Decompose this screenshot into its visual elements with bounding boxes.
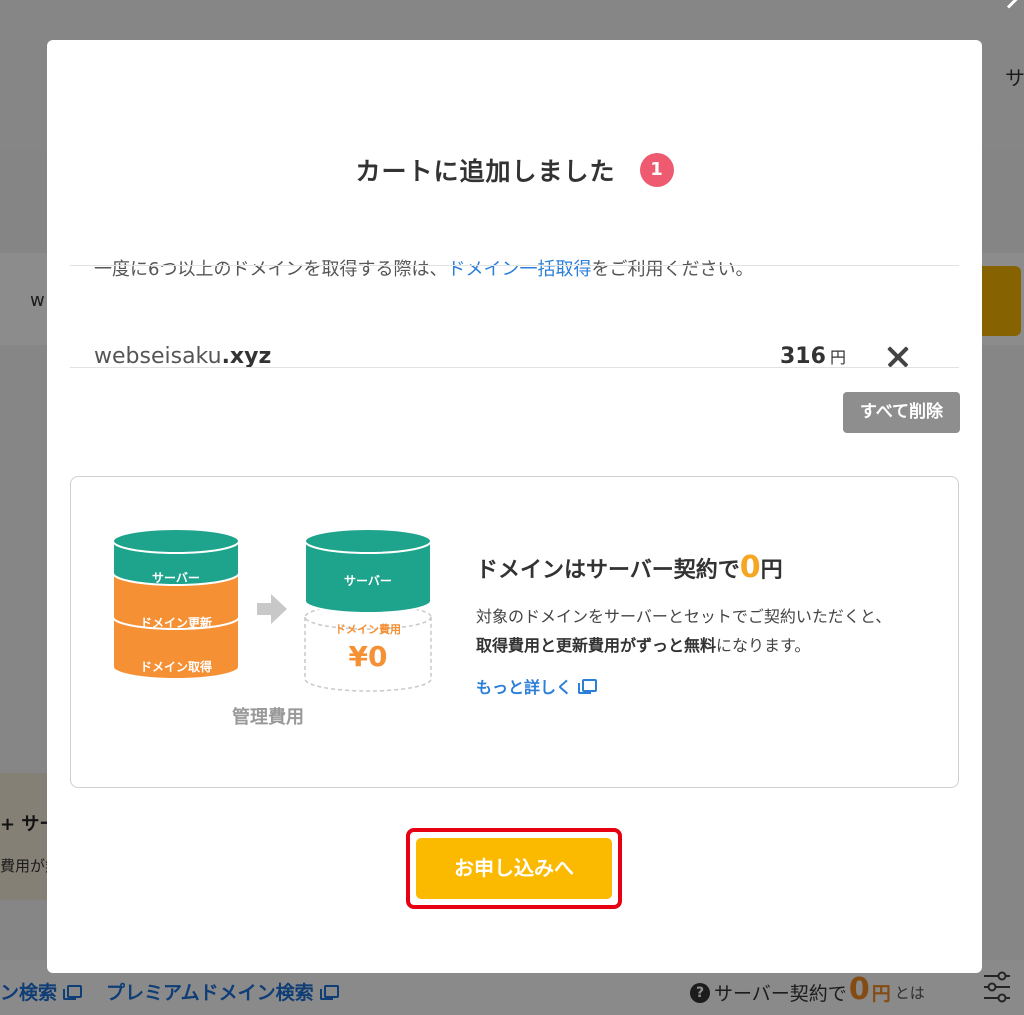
modal-header: カートに追加しました 1 — [47, 152, 982, 188]
fee-zero-value: ¥0 — [349, 640, 388, 673]
promo-heading-after: 円 — [760, 558, 783, 583]
bulk-notice: 一度に6つ以上のドメインを取得する際は、ドメイン一括取得をご利用ください。 — [94, 255, 753, 281]
promo-body-rest: になります。 — [716, 636, 811, 655]
price-currency: 円 — [829, 348, 846, 367]
apply-button[interactable]: お申し込みへ — [416, 838, 612, 899]
server-label-left: サーバー — [152, 571, 200, 585]
notice-text-before: 一度に6つ以上のドメインを取得する際は、 — [94, 259, 448, 280]
price-value: 316 — [780, 344, 826, 369]
cart-item-row: webseisaku.xyz 316 円 — [70, 306, 959, 408]
renewal-label: ドメイン更新 — [140, 615, 212, 630]
promo-heading: ドメインはサーバー契約で0円 — [476, 550, 783, 585]
modal-title: カートに追加しました — [355, 157, 616, 186]
management-fee-illustration: サーバー ドメイン更新 ドメイン取得 サーバー ドメイン費用 ¥0 管理費用 — [112, 529, 432, 728]
promo-description: 対象のドメインをサーバーとセットでご契約いただくと、 取得費用と更新費用がずっと… — [476, 602, 891, 660]
management-fee-caption: 管理費用 — [232, 706, 304, 728]
domain-fee-label: ドメイン費用 — [335, 622, 401, 636]
server-label-right: サーバー — [344, 574, 392, 588]
promo-body-bold: 取得費用と更新費用がずっと無料 — [476, 636, 717, 655]
learn-more-label: もっと詳しく — [476, 678, 573, 697]
delete-all-button[interactable]: すべて削除 — [843, 392, 960, 433]
cart-item-price: 316 円 — [780, 344, 846, 369]
close-modal-icon[interactable] — [1004, 0, 1024, 18]
external-link-icon — [578, 679, 598, 694]
acquire-label: ドメイン取得 — [140, 659, 212, 674]
divider — [70, 265, 959, 266]
free-domain-promo: サーバー ドメイン更新 ドメイン取得 サーバー ドメイン費用 ¥0 管理費用 ド… — [70, 476, 959, 788]
learn-more-link[interactable]: もっと詳しく — [476, 674, 598, 698]
promo-heading-zero: 0 — [739, 550, 761, 585]
bulk-acquire-link[interactable]: ドメイン一括取得 — [447, 259, 591, 280]
promo-body-line1: 対象のドメインをサーバーとセットでご契約いただくと、 — [476, 607, 892, 626]
cart-count-badge: 1 — [639, 153, 674, 187]
promo-body-line2: 取得費用と更新費用がずっと無料になります。 — [476, 631, 891, 660]
domain-tld-label: .xyz — [221, 344, 272, 369]
arrow-right-icon — [257, 594, 287, 624]
promo-heading-before: ドメインはサーバー契約で — [476, 558, 740, 583]
divider — [70, 367, 959, 368]
notice-text-after: をご利用ください。 — [591, 259, 754, 280]
apply-button-highlight: お申し込みへ — [406, 828, 622, 909]
cart-item-domain: webseisaku.xyz — [94, 344, 271, 369]
cart-modal: カートに追加しました 1 一度に6つ以上のドメインを取得する際は、ドメイン一括取… — [47, 40, 982, 973]
domain-name-label: webseisaku — [94, 344, 222, 369]
